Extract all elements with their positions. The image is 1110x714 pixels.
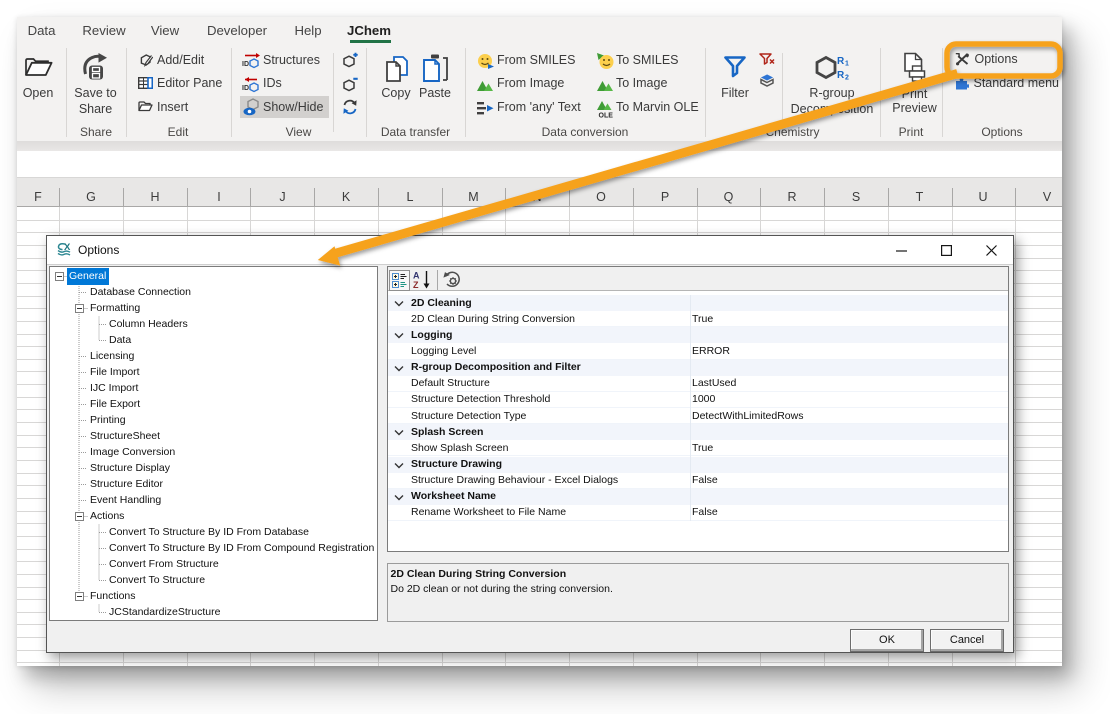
svg-text:X: X xyxy=(64,242,71,253)
svg-text:1: 1 xyxy=(845,61,849,68)
svg-text:ID: ID xyxy=(242,61,249,68)
svg-text:R: R xyxy=(837,56,845,67)
svg-text:OLE: OLE xyxy=(599,113,614,119)
svg-text:R: R xyxy=(837,70,845,81)
svg-text:ID: ID xyxy=(242,85,249,92)
svg-text:A: A xyxy=(413,271,420,281)
svg-text:2: 2 xyxy=(845,75,849,82)
svg-text:Z: Z xyxy=(413,280,419,289)
